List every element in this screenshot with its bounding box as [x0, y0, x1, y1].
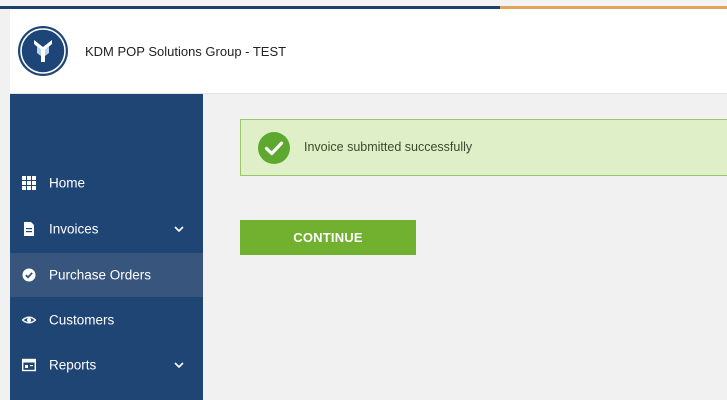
sidebar-item-home[interactable]: Home: [10, 161, 203, 205]
check-circle-icon: [22, 268, 36, 282]
sidebar-item-customers[interactable]: Customers: [10, 298, 203, 342]
sidebar-item-label: Customers: [49, 312, 115, 328]
sidebar-item-purchase-orders[interactable]: Purchase Orders: [10, 253, 203, 297]
document-icon: [24, 222, 34, 236]
alert-message: Invoice submitted successfully: [304, 140, 473, 154]
sidebar-item-label: Invoices: [49, 221, 99, 237]
kdm-logo-icon[interactable]: [18, 26, 68, 76]
sidebar-item-invoices[interactable]: Invoices: [10, 207, 203, 251]
continue-button[interactable]: CONTINUE: [240, 220, 416, 255]
eye-icon: [22, 316, 36, 324]
app-header: KDM POP Solutions Group - TEST: [10, 9, 727, 94]
grid-icon: [22, 176, 36, 190]
sidebar-item-label: Home: [49, 175, 86, 191]
top-accent-bar: [0, 0, 727, 9]
sidebar: Home Invoices Purchase Orders Customers: [10, 94, 203, 400]
sidebar-item-label: Reports: [49, 357, 97, 373]
sidebar-item-reports[interactable]: Reports: [10, 343, 203, 387]
sidebar-item-label: Purchase Orders: [49, 267, 152, 283]
success-alert: Invoice submitted successfully: [240, 119, 727, 176]
report-icon: [22, 358, 36, 372]
app-title: KDM POP Solutions Group - TEST: [85, 44, 287, 59]
chevron-down-icon[interactable]: [173, 359, 185, 371]
chevron-down-icon[interactable]: [173, 223, 185, 235]
success-check-icon: [258, 132, 290, 164]
